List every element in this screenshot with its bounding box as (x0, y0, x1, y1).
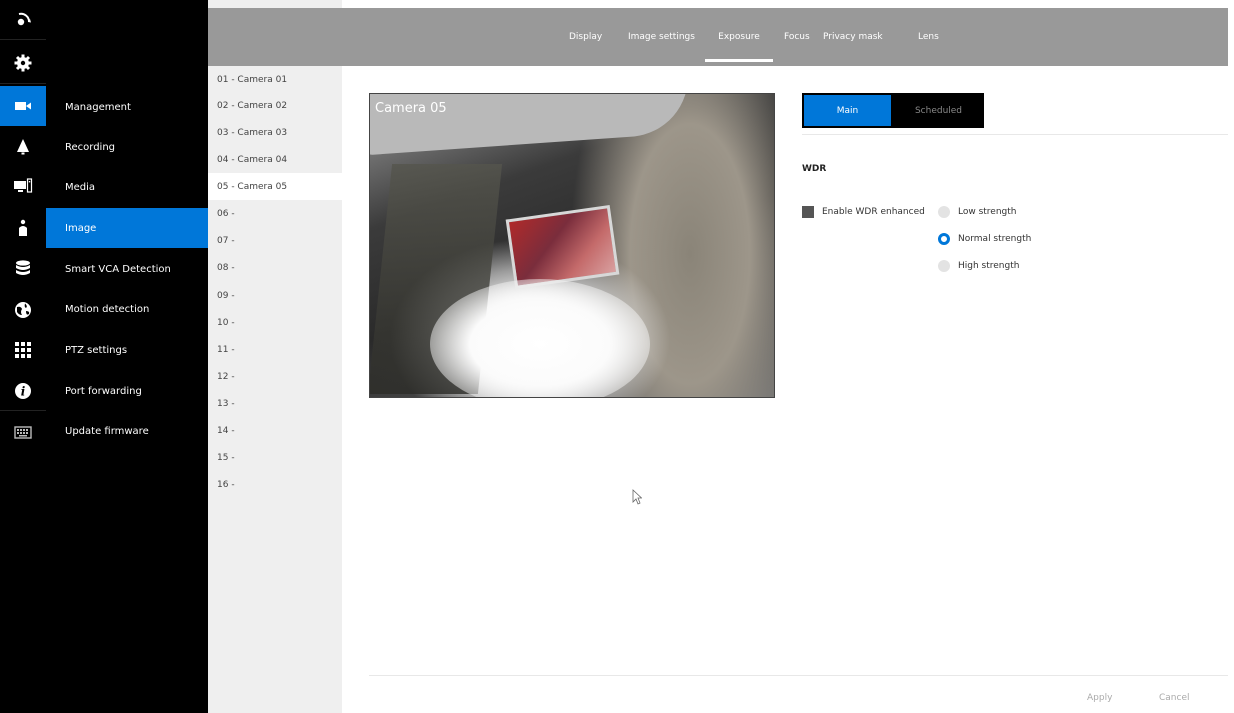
apps-grid-icon[interactable] (0, 330, 46, 370)
camera-list-item[interactable]: 13 - (208, 390, 342, 417)
camera-list-item[interactable]: 09 - (208, 282, 342, 309)
camera-list-item[interactable]: 02 - Camera 02 (208, 92, 342, 119)
camera-list-item[interactable]: 10 - (208, 309, 342, 336)
high-strength-radio[interactable] (938, 260, 950, 272)
tab-label: Lens (918, 32, 939, 42)
user-icon[interactable] (0, 208, 46, 248)
info-icon[interactable]: i (0, 371, 46, 411)
camera-list-item[interactable]: 08 - (208, 254, 342, 281)
icon-rail: i (0, 0, 46, 713)
camera-list-item[interactable]: 12 - (208, 363, 342, 390)
menu-item-management[interactable]: Management (46, 87, 208, 127)
menu-item-port-forwarding[interactable]: Port forwarding (46, 371, 208, 411)
menu-item-smart-vca-detection[interactable]: Smart VCA Detection (46, 249, 208, 289)
tab-label: Display (569, 32, 603, 42)
mode-main-button[interactable]: Main (804, 95, 891, 126)
high-strength-label: High strength (958, 261, 1020, 271)
menu-item-image[interactable]: Image (46, 208, 208, 248)
settings-gear-icon[interactable] (0, 43, 46, 84)
tab-label: Image settings (628, 32, 695, 42)
tab-label: Privacy mask (823, 32, 883, 42)
tab-focus[interactable]: Focus (784, 8, 810, 66)
tab-image-settings[interactable]: Image settings (628, 8, 695, 66)
enable-wdr-enhanced-label: Enable WDR enhanced (822, 207, 925, 217)
menu-item-media[interactable]: Media (46, 167, 208, 207)
mode-scheduled-button[interactable]: Scheduled (893, 93, 984, 128)
footer-divider (369, 675, 1228, 676)
tab-exposure[interactable]: Exposure (705, 8, 773, 66)
camera-list-item[interactable]: 14 - (208, 417, 342, 444)
mode-segmented-control: Main Scheduled (802, 93, 984, 128)
display-devices-icon[interactable] (0, 166, 46, 206)
image-settings-tab-bar: Display Image settings Exposure Focus Pr… (208, 8, 1228, 66)
cancel-button[interactable]: Cancel (1159, 693, 1190, 703)
tab-label: Exposure (718, 32, 760, 42)
preview-scene-glare (430, 279, 650, 397)
low-strength-label: Low strength (958, 207, 1017, 217)
camera-list-item[interactable]: 15 - (208, 444, 342, 471)
camera-list-item[interactable]: 03 - Camera 03 (208, 119, 342, 146)
settings-menu: Management Recording Media Image Smart V… (46, 0, 208, 713)
tab-privacy-mask[interactable]: Privacy mask (823, 8, 883, 66)
enable-wdr-enhanced-checkbox[interactable] (802, 206, 814, 218)
active-tab-indicator (705, 59, 773, 62)
camera-list-item[interactable]: 06 - (208, 200, 342, 227)
apply-button[interactable]: Apply (1087, 693, 1112, 703)
camera-preview-label: Camera 05 (375, 101, 447, 116)
keyboard-icon[interactable] (0, 412, 46, 452)
network-globe-icon[interactable] (0, 290, 46, 330)
mouse-pointer-icon (632, 489, 642, 505)
alarm-bell-icon[interactable] (0, 126, 46, 166)
menu-item-motion-detection[interactable]: Motion detection (46, 289, 208, 329)
menu-item-ptz-settings[interactable]: PTZ settings (46, 330, 208, 370)
menu-item-update-firmware[interactable]: Update firmware (46, 411, 208, 451)
menu-item-recording[interactable]: Recording (46, 127, 208, 167)
camera-icon[interactable] (0, 86, 46, 126)
camera-list-item[interactable]: 11 - (208, 336, 342, 363)
tab-label: Focus (784, 32, 810, 42)
live-view-icon[interactable] (0, 0, 46, 40)
camera-list-item[interactable]: 05 - Camera 05 (208, 173, 342, 200)
tab-lens[interactable]: Lens (918, 8, 939, 66)
tab-display[interactable]: Display (569, 8, 602, 66)
svg-text:i: i (21, 384, 26, 398)
camera-preview[interactable]: Camera 05 (369, 93, 775, 398)
low-strength-radio[interactable] (938, 206, 950, 218)
normal-strength-radio[interactable] (938, 233, 950, 245)
camera-list-item[interactable]: 16 - (208, 471, 342, 498)
divider (802, 134, 1228, 135)
camera-list-item[interactable]: 01 - Camera 01 (208, 66, 342, 93)
camera-list: 01 - Camera 01 02 - Camera 02 03 - Camer… (208, 66, 342, 713)
camera-list-item[interactable]: 04 - Camera 04 (208, 146, 342, 173)
camera-list-item[interactable]: 07 - (208, 227, 342, 254)
normal-strength-label: Normal strength (958, 234, 1032, 244)
wdr-section-title: WDR (802, 164, 827, 174)
preview-scene-monitor (505, 205, 620, 289)
storage-database-icon[interactable] (0, 248, 46, 288)
